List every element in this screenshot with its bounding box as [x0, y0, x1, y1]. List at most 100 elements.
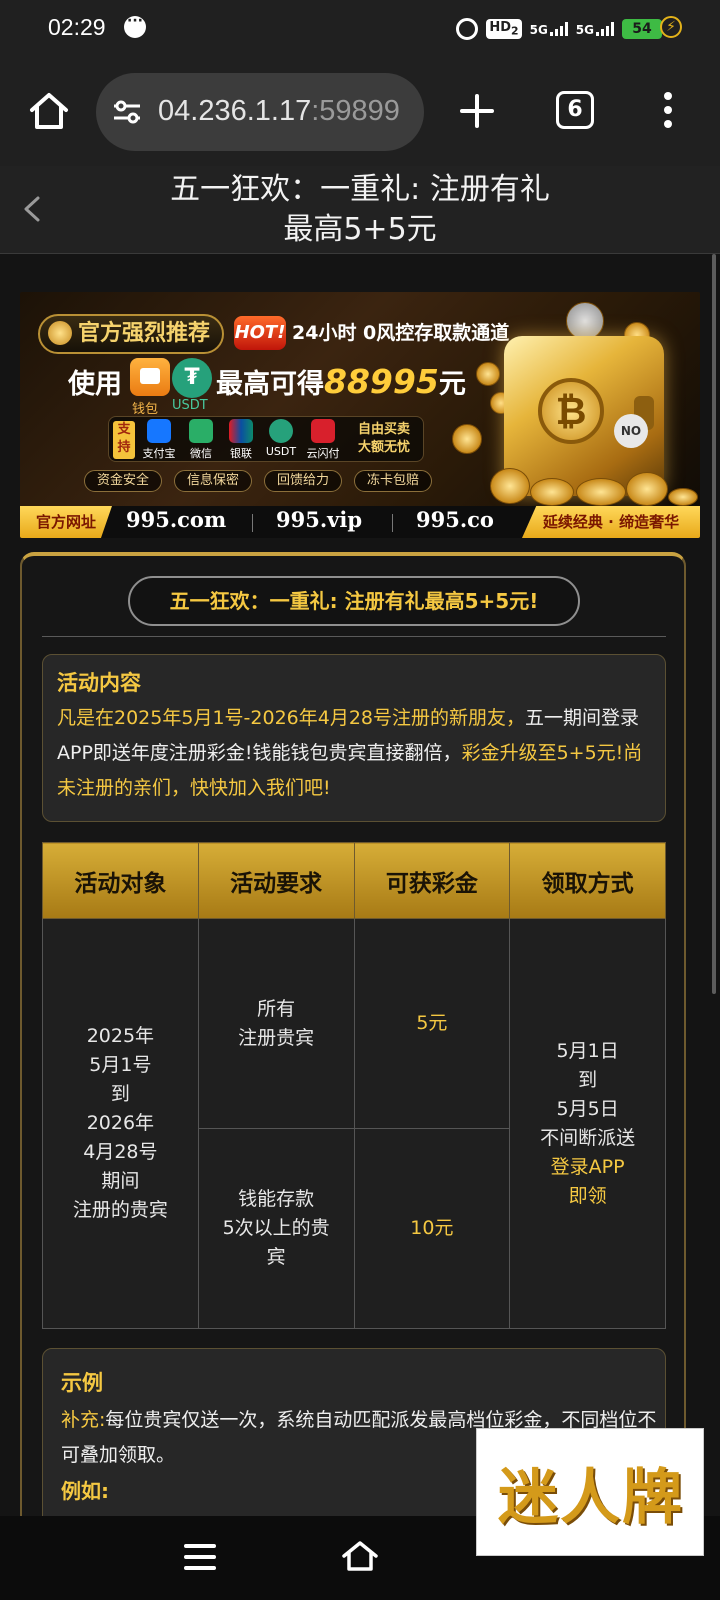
url-host: 04.236.1.17	[158, 95, 312, 127]
hot-badge: HOT!	[234, 316, 286, 350]
target-line: 期间	[101, 1170, 140, 1192]
pay-wechat: 微信	[181, 419, 221, 461]
scrollbar[interactable]	[712, 254, 716, 994]
url-text[interactable]: 04.236.1.17:59899	[158, 95, 400, 128]
coin-icon	[452, 424, 482, 454]
activity-card: 五一狂欢：一重礼: 注册有礼最高5+5元! 活动内容 凡是在2025年5月1号-…	[20, 552, 686, 1516]
browser-toolbar: 04.236.1.17:59899 6	[0, 58, 720, 166]
coin-icon	[576, 478, 626, 506]
wallet-label: 钱包	[132, 402, 159, 417]
table-header: 活动要求	[197, 842, 355, 919]
banner-max-text: 最高可得88995元	[216, 362, 466, 401]
coin-icon	[668, 488, 698, 506]
signal-1-icon: 5G	[530, 22, 568, 36]
hd-sub: 2	[511, 24, 519, 38]
usdt-label: USDT	[172, 398, 208, 413]
bitcoin-icon: ₿	[538, 378, 604, 444]
signal-2-label: 5G	[575, 23, 594, 37]
requirement-line: 注册贵宾	[238, 1026, 315, 1049]
no-badge: NO	[614, 414, 648, 448]
banner-max-unit: 元	[438, 369, 466, 400]
pay-usdt-label: USDT	[265, 445, 297, 458]
requirement-line: 5次以上的贵	[222, 1217, 330, 1239]
banner-max-amount: 88995	[324, 362, 439, 401]
coin-icon	[476, 362, 500, 386]
promo-banner[interactable]: 官方强烈推荐 HOT! 24小时 0风控存取款通道 使用 钱包 ₮ USDT 最…	[20, 292, 700, 538]
wechat-icon	[189, 419, 213, 443]
method-line: 5月1日	[556, 1039, 619, 1062]
back-icon[interactable]	[18, 194, 48, 224]
tabs-icon[interactable]: 6	[556, 91, 594, 129]
domain-separator	[392, 514, 393, 532]
banner-line1: 24小时 0风控存取款通道	[292, 322, 510, 344]
pay-unionpay-label: 银联	[230, 447, 252, 460]
domain-link[interactable]: 995.vip	[276, 507, 362, 532]
content-part1: 凡是在2025年5月1号-2026年4月28号注册的新朋友，	[57, 707, 526, 729]
table-header: 可获彩金	[353, 842, 511, 919]
usdt-small-icon	[269, 419, 293, 443]
banner-recommend-tag: 官方强烈推荐	[38, 314, 225, 354]
target-line: 5月1号	[89, 1054, 152, 1076]
banner-domain-bar: 官方网址 995.com 995.vip 995.co 延续经典 · 缔造奢华	[20, 506, 700, 538]
signal-2-icon: 5G	[576, 22, 614, 36]
charging-icon: ⚡	[660, 16, 682, 38]
method-line-gold: 即领	[568, 1184, 607, 1207]
page-header: 五一狂欢：一重礼: 注册有礼 最高5+5元	[0, 166, 720, 254]
page-title: 五一狂欢：一重礼: 注册有礼 最高5+5元	[90, 170, 630, 250]
home-icon[interactable]	[26, 88, 72, 134]
usdt-icon: ₮	[172, 358, 212, 398]
free-trade-line1: 自由买卖	[357, 422, 410, 437]
coin-icon	[626, 472, 668, 506]
pay-cloudpay-label: 云闪付	[306, 447, 340, 460]
signal-1-label: 5G	[529, 23, 548, 37]
payment-methods: 支持 支付宝 微信 银联 USDT 云闪付 自由买卖 大额无忧	[108, 416, 424, 462]
official-site-label: 官方网址	[20, 506, 112, 538]
domain-link[interactable]: 995.co	[416, 507, 494, 532]
feature-pill: 冻卡包赔	[354, 470, 433, 492]
bonus-cell: 10元	[353, 1128, 511, 1329]
cloudpay-icon	[311, 419, 335, 443]
table-header-row: 活动对象 活动要求 可获彩金 领取方式	[42, 842, 666, 919]
coin-icon	[490, 468, 530, 504]
target-line: 2025年	[86, 1025, 155, 1047]
watermark-text: 迷人牌	[498, 1463, 684, 1533]
requirement-line: 所有	[257, 997, 296, 1020]
thumbs-up-icon	[48, 321, 72, 345]
activity-title: 五一狂欢：一重礼: 注册有礼最高5+5元!	[128, 576, 580, 626]
plus-icon[interactable]	[454, 88, 500, 134]
bonus-cell: 5元	[353, 918, 511, 1129]
site-info-icon[interactable]	[112, 99, 142, 125]
nav-menu-icon[interactable]	[184, 1544, 216, 1570]
battery-icon: 54	[622, 19, 662, 39]
banner-recommend-label: 官方强烈推荐	[78, 321, 211, 346]
pay-unionpay: 银联	[221, 419, 261, 461]
more-menu-icon[interactable]	[661, 92, 675, 132]
address-bar[interactable]: 04.236.1.17:59899	[96, 73, 424, 151]
supplement-label: 补充:	[61, 1409, 106, 1431]
wallet-icon	[130, 358, 170, 396]
free-trade-line2: 大额无忧	[357, 440, 410, 455]
banner-slogan: 延续经典 · 缔造奢华	[522, 506, 700, 538]
domain-link[interactable]: 995.com	[126, 507, 226, 532]
coin-icon	[566, 302, 604, 340]
alipay-icon	[147, 419, 171, 443]
pay-usdt: USDT	[261, 419, 301, 458]
table-header: 活动对象	[42, 842, 199, 919]
page-content[interactable]: 官方强烈推荐 HOT! 24小时 0风控存取款通道 使用 钱包 ₮ USDT 最…	[0, 254, 720, 1516]
domain-separator	[252, 514, 253, 532]
pay-alipay: 支付宝	[139, 419, 179, 461]
nav-home-icon[interactable]	[340, 1538, 380, 1574]
activity-content-section: 活动内容 凡是在2025年5月1号-2026年4月28号注册的新朋友，五一期间登…	[42, 654, 666, 822]
divider	[42, 636, 666, 637]
activity-content-heading: 活动内容	[57, 671, 141, 695]
content-part3: 钱能钱包贵宾	[252, 742, 367, 764]
alarm-icon	[456, 18, 479, 40]
pay-cloudpay: 云闪付	[303, 419, 343, 461]
banner-max-prefix: 最高可得	[216, 369, 324, 400]
coin-icon	[530, 478, 574, 506]
target-line: 4月28号	[83, 1141, 158, 1163]
target-line: 2026年	[86, 1112, 155, 1134]
content-part4: 直接翻倍，	[366, 742, 462, 764]
hd-icon: HD2	[486, 19, 522, 39]
method-line: 5月5日	[556, 1097, 619, 1120]
